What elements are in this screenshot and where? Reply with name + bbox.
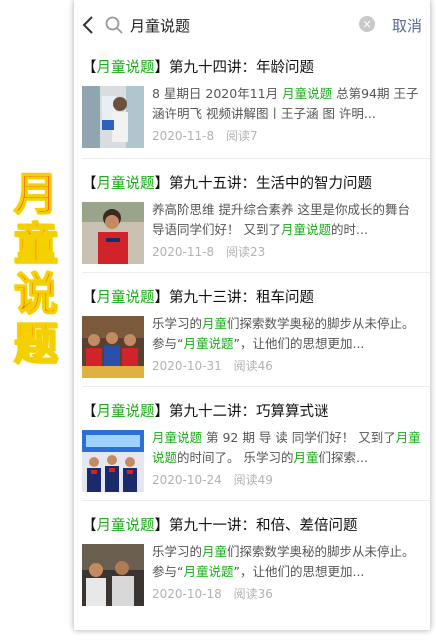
side-title-char: 月 xyxy=(13,169,59,221)
search-bar: × 取消 xyxy=(74,0,430,50)
result-reads: 阅读36 xyxy=(233,587,273,601)
result-thumbnail xyxy=(82,316,144,378)
result-reads: 阅读7 xyxy=(225,129,258,143)
result-tag: 月童说题 xyxy=(96,60,155,76)
result-title[interactable]: 【月童说题】第九十五讲：生活中的智力问题 xyxy=(82,172,372,193)
search-icon xyxy=(105,16,123,34)
result-tag: 月童说题 xyxy=(96,290,155,306)
snippet-text: ”，让他们的思想更加... xyxy=(233,336,365,351)
result-title-text: 第九十一讲：和倍、差倍问题 xyxy=(169,518,358,534)
side-title-char: 童 xyxy=(13,219,59,271)
divider xyxy=(82,386,430,387)
snippet-text: 乐学习的 xyxy=(152,544,203,559)
result-tag: 月童说题 xyxy=(96,518,155,534)
result-title-text: 第九十三讲：租车问题 xyxy=(169,290,314,306)
result-thumbnail xyxy=(82,430,144,492)
result-thumbnail xyxy=(82,86,144,148)
side-title-char: 说 xyxy=(13,269,59,321)
result-item[interactable]: 【月童说题】第九十一讲：和倍、差倍问题 乐学习的月童们探索数学奥秘的脚步从未停止… xyxy=(82,514,422,622)
result-title-text: 第九十二讲：巧算算式谜 xyxy=(169,404,329,420)
result-meta: 2020-10-24 阅读49 xyxy=(152,471,273,488)
result-date: 2020-10-24 xyxy=(152,473,222,487)
snippet-highlight: 月童说题 xyxy=(282,86,333,101)
snippet-highlight: 月童说题 xyxy=(152,430,203,445)
clear-icon[interactable]: × xyxy=(359,16,375,32)
result-date: 2020-10-18 xyxy=(152,587,222,601)
result-item[interactable]: 【月童说题】第九十四讲：年龄问题 8 星期日 2020年11月 月童说题 总第9… xyxy=(82,56,422,164)
result-tag: 月童说题 xyxy=(96,404,155,420)
snippet-highlight: 月童 xyxy=(202,544,228,559)
result-title[interactable]: 【月童说题】第九十四讲：年龄问题 xyxy=(82,56,314,77)
side-title-char: 题 xyxy=(13,319,59,371)
result-item[interactable]: 【月童说题】第九十五讲：生活中的智力问题 养高阶思维 提升综合素养 这里是你成长… xyxy=(82,172,422,280)
result-title-text: 第九十四讲：年龄问题 xyxy=(169,60,314,76)
result-item[interactable]: 【月童说题】第九十三讲：租车问题 乐学习的月童们探索数学奥秘的脚步从未停止。 参… xyxy=(82,286,422,394)
snippet-highlight: 月童说题 xyxy=(183,564,234,579)
result-item[interactable]: 【月童说题】第九十二讲：巧算算式谜 月童说题 第 92 期 导 读 同学们好！ … xyxy=(82,400,422,508)
result-snippet: 乐学习的月童们探索数学奥秘的脚步从未停止。 参与“月童说题”，让他们的思想更加.… xyxy=(152,314,422,354)
snippet-highlight: 月童 xyxy=(202,316,228,331)
result-tag: 月童说题 xyxy=(96,176,155,192)
result-meta: 2020-10-31 阅读46 xyxy=(152,357,273,374)
snippet-text: ”，让他们的思想更加... xyxy=(233,564,365,579)
snippet-text: 第 92 期 导 读 同学们好！ 又到了 xyxy=(202,430,396,445)
result-date: 2020-11-8 xyxy=(152,129,215,143)
snippet-highlight: 月童 xyxy=(293,450,319,465)
cancel-button[interactable]: 取消 xyxy=(392,15,422,36)
snippet-text: 的时... xyxy=(331,222,368,237)
result-reads: 阅读23 xyxy=(225,245,266,259)
side-title: 月 童 说 题 xyxy=(6,169,66,371)
result-title[interactable]: 【月童说题】第九十二讲：巧算算式谜 xyxy=(82,400,329,421)
phone-screen: × 取消 【月童说题】第九十四讲：年龄问题 8 星期日 2020年11月 月童说… xyxy=(74,0,430,630)
result-meta: 2020-10-18 阅读36 xyxy=(152,585,273,602)
result-title[interactable]: 【月童说题】第九十一讲：和倍、差倍问题 xyxy=(82,514,358,535)
result-snippet: 8 星期日 2020年11月 月童说题 总第94期 王子涵许明飞 视频讲解图丨王… xyxy=(152,84,422,124)
result-reads: 阅读49 xyxy=(233,473,273,487)
snippet-highlight: 月童说题 xyxy=(280,222,331,237)
snippet-text: 的时间了。 乐学习的 xyxy=(177,450,294,465)
snippet-text: 乐学习的 xyxy=(152,316,203,331)
search-input[interactable] xyxy=(130,16,340,34)
result-date: 2020-10-31 xyxy=(152,359,222,373)
snippet-text: 8 星期日 2020年11月 xyxy=(152,86,283,101)
back-icon[interactable] xyxy=(80,14,96,36)
result-snippet: 月童说题 第 92 期 导 读 同学们好！ 又到了月童说题的时间了。 乐学习的月… xyxy=(152,428,422,468)
divider xyxy=(82,272,430,273)
result-reads: 阅读46 xyxy=(233,359,273,373)
result-snippet: 养高阶思维 提升综合素养 这里是你成长的舞台 导语同学们好！ 又到了月童说题的时… xyxy=(152,200,422,240)
result-meta: 2020-11-8 阅读23 xyxy=(152,243,265,260)
divider xyxy=(82,158,430,159)
result-title-text: 第九十五讲：生活中的智力问题 xyxy=(169,176,372,192)
divider xyxy=(82,500,430,501)
result-title[interactable]: 【月童说题】第九十三讲：租车问题 xyxy=(82,286,314,307)
result-meta: 2020-11-8 阅读7 xyxy=(152,127,258,144)
result-date: 2020-11-8 xyxy=(152,245,215,259)
result-snippet: 乐学习的月童们探索数学奥秘的脚步从未停止。 参与“月童说题”，让他们的思想更加.… xyxy=(152,542,422,582)
result-thumbnail xyxy=(82,544,144,606)
snippet-highlight: 月童说题 xyxy=(183,336,234,351)
result-thumbnail xyxy=(82,202,144,264)
snippet-text: 们探索... xyxy=(318,450,368,465)
